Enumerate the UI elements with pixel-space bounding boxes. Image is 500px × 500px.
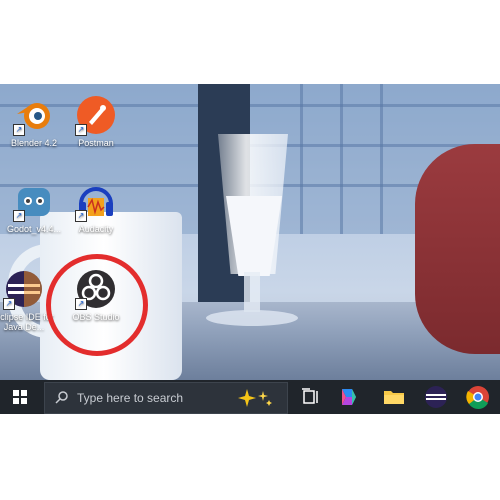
- icon-label: Eclipse IDE for Java De...: [0, 312, 54, 332]
- glass-stem: [244, 272, 260, 312]
- shortcut-arrow-icon: ↗: [75, 210, 87, 222]
- icon-label: Postman: [78, 138, 114, 148]
- task-view-button[interactable]: [296, 383, 326, 411]
- eclipse-icon: [425, 386, 447, 408]
- desktop-icon-postman[interactable]: ↗ Postman: [56, 94, 136, 148]
- chrome-icon: [466, 386, 489, 409]
- building-line: [340, 84, 343, 234]
- file-explorer-button[interactable]: [379, 383, 409, 411]
- search-icon: [55, 391, 68, 404]
- audacity-icon: ↗: [75, 180, 117, 222]
- blender-icon: ↗: [13, 94, 55, 136]
- icon-label: Audacity: [78, 224, 114, 234]
- postman-icon: ↗: [75, 94, 117, 136]
- task-view-icon: [302, 388, 318, 404]
- icon-label: Blender 4.2: [10, 138, 58, 148]
- icon-label: Godot_v4.4...: [6, 224, 62, 234]
- red-object: [415, 144, 500, 354]
- sparkle-icon: [238, 389, 272, 407]
- desktop-screen: ↗ Blender 4.2 ↗ Postman ↗ Godot_v4.4... …: [0, 84, 500, 414]
- search-placeholder: Type here to search: [77, 391, 184, 405]
- shortcut-arrow-icon: ↗: [13, 210, 25, 222]
- file-explorer-icon: [384, 391, 404, 404]
- eclipse-icon: ↗: [3, 268, 45, 310]
- godot-icon: ↗: [13, 180, 55, 222]
- highlight-circle: [46, 254, 148, 356]
- glass-base: [206, 310, 298, 326]
- eclipse-taskbar-button[interactable]: [421, 383, 451, 411]
- start-button[interactable]: [0, 380, 40, 414]
- shortcut-arrow-icon: ↗: [3, 298, 15, 310]
- copilot-button[interactable]: [334, 383, 364, 411]
- windows-logo-icon: [13, 390, 27, 404]
- taskbar-search-box[interactable]: Type here to search: [44, 382, 288, 414]
- taskbar: Type here to search: [0, 380, 500, 414]
- desktop-icon-audacity[interactable]: ↗ Audacity: [56, 180, 136, 234]
- shortcut-arrow-icon: ↗: [13, 124, 25, 136]
- building-line: [300, 84, 303, 234]
- building-line: [380, 84, 383, 234]
- copilot-icon: [342, 389, 356, 405]
- shortcut-arrow-icon: ↗: [75, 124, 87, 136]
- chrome-button[interactable]: [463, 383, 493, 411]
